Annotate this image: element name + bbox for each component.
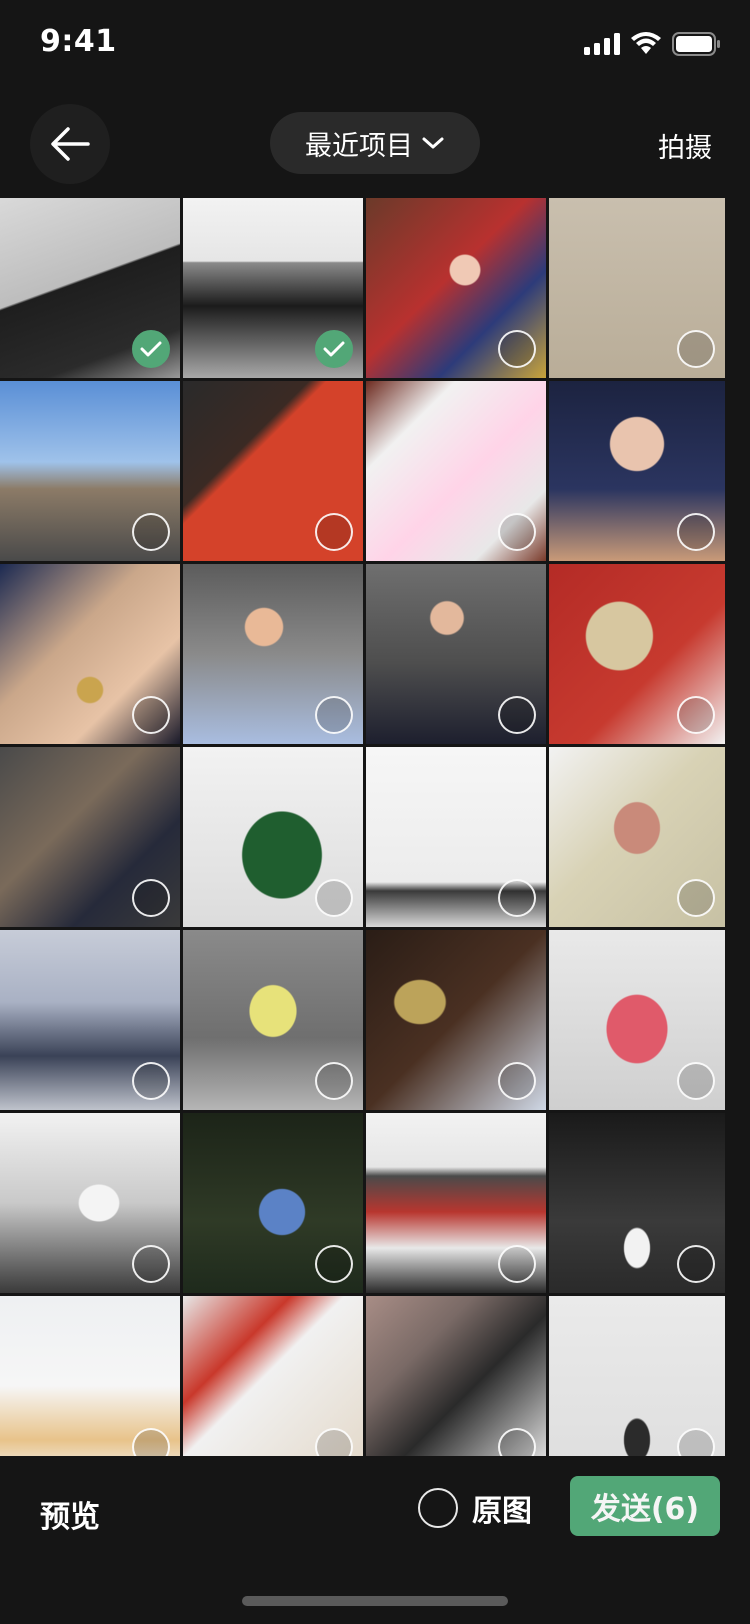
photo-black-boots[interactable]: [183, 198, 363, 378]
select-circle-icon[interactable]: [498, 1245, 536, 1283]
select-circle-icon[interactable]: [498, 696, 536, 734]
select-circle-icon[interactable]: [677, 330, 715, 368]
status-time: 9:41: [40, 24, 117, 59]
selected-check-icon[interactable]: [132, 330, 170, 368]
selected-check-icon[interactable]: [315, 330, 353, 368]
photo-gym-treadmill[interactable]: [0, 1113, 180, 1293]
photo-tiger-leaf-eye[interactable]: [549, 747, 725, 927]
photo-girl-mask[interactable]: [0, 747, 180, 927]
preview-button[interactable]: 预览: [40, 1492, 100, 1536]
photo-red-chairs[interactable]: [183, 1296, 363, 1456]
select-circle-icon[interactable]: [677, 696, 715, 734]
select-circle-icon[interactable]: [132, 1428, 170, 1456]
select-circle-icon[interactable]: [315, 1428, 353, 1456]
original-radio[interactable]: [418, 1488, 458, 1528]
select-circle-icon[interactable]: [677, 1428, 715, 1456]
select-circle-icon[interactable]: [677, 513, 715, 551]
photo-necklace[interactable]: [0, 564, 180, 744]
photo-book-stack[interactable]: [366, 1113, 546, 1293]
home-indicator: [242, 1596, 508, 1606]
photo-church-balloons[interactable]: [0, 381, 180, 561]
nav-bar: 最近项目 拍摄: [0, 96, 750, 192]
original-toggle[interactable]: 原图: [418, 1486, 532, 1530]
battery-icon: [672, 32, 720, 56]
photo-green-bottle[interactable]: [183, 747, 363, 927]
photo-black-coat[interactable]: [0, 198, 180, 378]
send-button[interactable]: 发送(6): [570, 1476, 720, 1536]
status-bar: 9:41: [0, 0, 750, 88]
photo-hibi-box[interactable]: [549, 198, 725, 378]
photo-girl-blue-shirt[interactable]: [183, 564, 363, 744]
wifi-icon: [631, 32, 661, 54]
photo-black-box[interactable]: [366, 1296, 546, 1456]
photo-grid[interactable]: [0, 198, 750, 1456]
status-icons: [584, 30, 720, 58]
photo-night-street[interactable]: [549, 1113, 725, 1293]
select-circle-icon[interactable]: [498, 879, 536, 917]
select-circle-icon[interactable]: [498, 330, 536, 368]
photo-girl-beret[interactable]: [549, 381, 725, 561]
select-circle-icon[interactable]: [132, 879, 170, 917]
select-circle-icon[interactable]: [498, 513, 536, 551]
back-button[interactable]: [30, 104, 110, 184]
photo-piano-mirror[interactable]: [366, 930, 546, 1110]
photo-pink-candles[interactable]: [549, 930, 725, 1110]
select-circle-icon[interactable]: [132, 1245, 170, 1283]
select-circle-icon[interactable]: [677, 1245, 715, 1283]
photo-girl-drink[interactable]: [366, 564, 546, 744]
select-circle-icon[interactable]: [677, 1062, 715, 1100]
photo-white-cafe[interactable]: [0, 1296, 180, 1456]
album-selector[interactable]: 最近项目: [270, 112, 480, 174]
arrow-left-icon: [51, 127, 90, 161]
select-circle-icon[interactable]: [315, 696, 353, 734]
cellular-signal-icon: [584, 33, 620, 55]
select-circle-icon[interactable]: [498, 1062, 536, 1100]
select-circle-icon[interactable]: [498, 1428, 536, 1456]
chevron-down-icon: [422, 137, 444, 149]
photo-street-orange-bag[interactable]: [0, 930, 180, 1110]
select-circle-icon[interactable]: [315, 1245, 353, 1283]
select-circle-icon[interactable]: [132, 513, 170, 551]
original-label: 原图: [472, 1494, 532, 1529]
photo-yellow-top[interactable]: [183, 930, 363, 1110]
photo-mirror-red-wall[interactable]: [549, 564, 725, 744]
select-circle-icon[interactable]: [677, 879, 715, 917]
photo-sofit-gym[interactable]: [183, 381, 363, 561]
photo-girl-park-night[interactable]: [183, 1113, 363, 1293]
camera-button[interactable]: 拍摄: [658, 126, 712, 165]
album-title: 最近项目: [305, 130, 413, 162]
select-circle-icon[interactable]: [132, 1062, 170, 1100]
select-circle-icon[interactable]: [315, 879, 353, 917]
select-circle-icon[interactable]: [132, 696, 170, 734]
select-circle-icon[interactable]: [315, 1062, 353, 1100]
photo-studio-pose[interactable]: [549, 1296, 725, 1456]
photo-stickers-phone[interactable]: [366, 381, 546, 561]
photo-girl-red-room[interactable]: [366, 198, 546, 378]
select-circle-icon[interactable]: [315, 513, 353, 551]
photo-murua-store[interactable]: [366, 747, 546, 927]
